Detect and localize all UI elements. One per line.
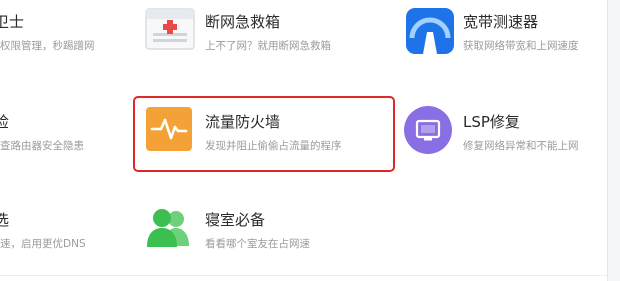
tool-title: 断网急救箱 — [205, 13, 281, 31]
tool-item-first-aid[interactable]: 断网急救箱 上不了网？就用断网急救箱 — [205, 12, 385, 64]
tool-item-dorm[interactable]: 寝室必备 看看哪个室友在占网速 — [205, 210, 385, 262]
tool-item-router-check[interactable]: 检 查路由器安全隐患 — [0, 112, 130, 164]
tool-description: 查路由器安全隐患 — [0, 140, 84, 152]
tool-title: 卫士 — [0, 13, 25, 31]
tool-description: 权限管理，秒踢蹭网 — [0, 40, 95, 52]
tool-title: LSP修复 — [463, 113, 520, 131]
scrollbar-track[interactable] — [607, 0, 620, 281]
tool-description: 速，启用更优DNS — [0, 238, 86, 250]
first-aid-kit-icon — [145, 8, 195, 50]
divider — [0, 275, 608, 276]
tool-title: 寝室必备 — [205, 211, 266, 229]
tool-title: 检 — [0, 113, 10, 131]
tool-title: 选 — [0, 211, 10, 229]
tool-description: 上不了网？就用断网急救箱 — [205, 40, 331, 52]
tool-item-speed-test[interactable]: 宽带测速器 获取网络带宽和上网速度 — [463, 12, 613, 64]
tool-title: 宽带测速器 — [463, 13, 539, 31]
tool-description: 获取网络带宽和上网速度 — [463, 40, 579, 52]
monitor-icon — [404, 106, 452, 154]
tool-description: 看看哪个室友在占网速 — [205, 238, 310, 250]
network-tools-panel: 卫士 权限管理，秒踢蹭网 检 查路由器安全隐患 选 速，启用更优DNS 断网急救… — [0, 0, 620, 281]
speedometer-icon — [406, 8, 454, 54]
tool-item-guard[interactable]: 卫士 权限管理，秒踢蹭网 — [0, 12, 130, 64]
tool-item-lsp-repair[interactable]: LSP修复 修复网络异常和不能上网 — [463, 112, 613, 164]
tool-description: 修复网络异常和不能上网 — [463, 140, 579, 152]
tool-item-dns-select[interactable]: 选 速，启用更优DNS — [0, 210, 130, 262]
users-icon — [145, 206, 193, 248]
selection-highlight — [133, 96, 395, 172]
